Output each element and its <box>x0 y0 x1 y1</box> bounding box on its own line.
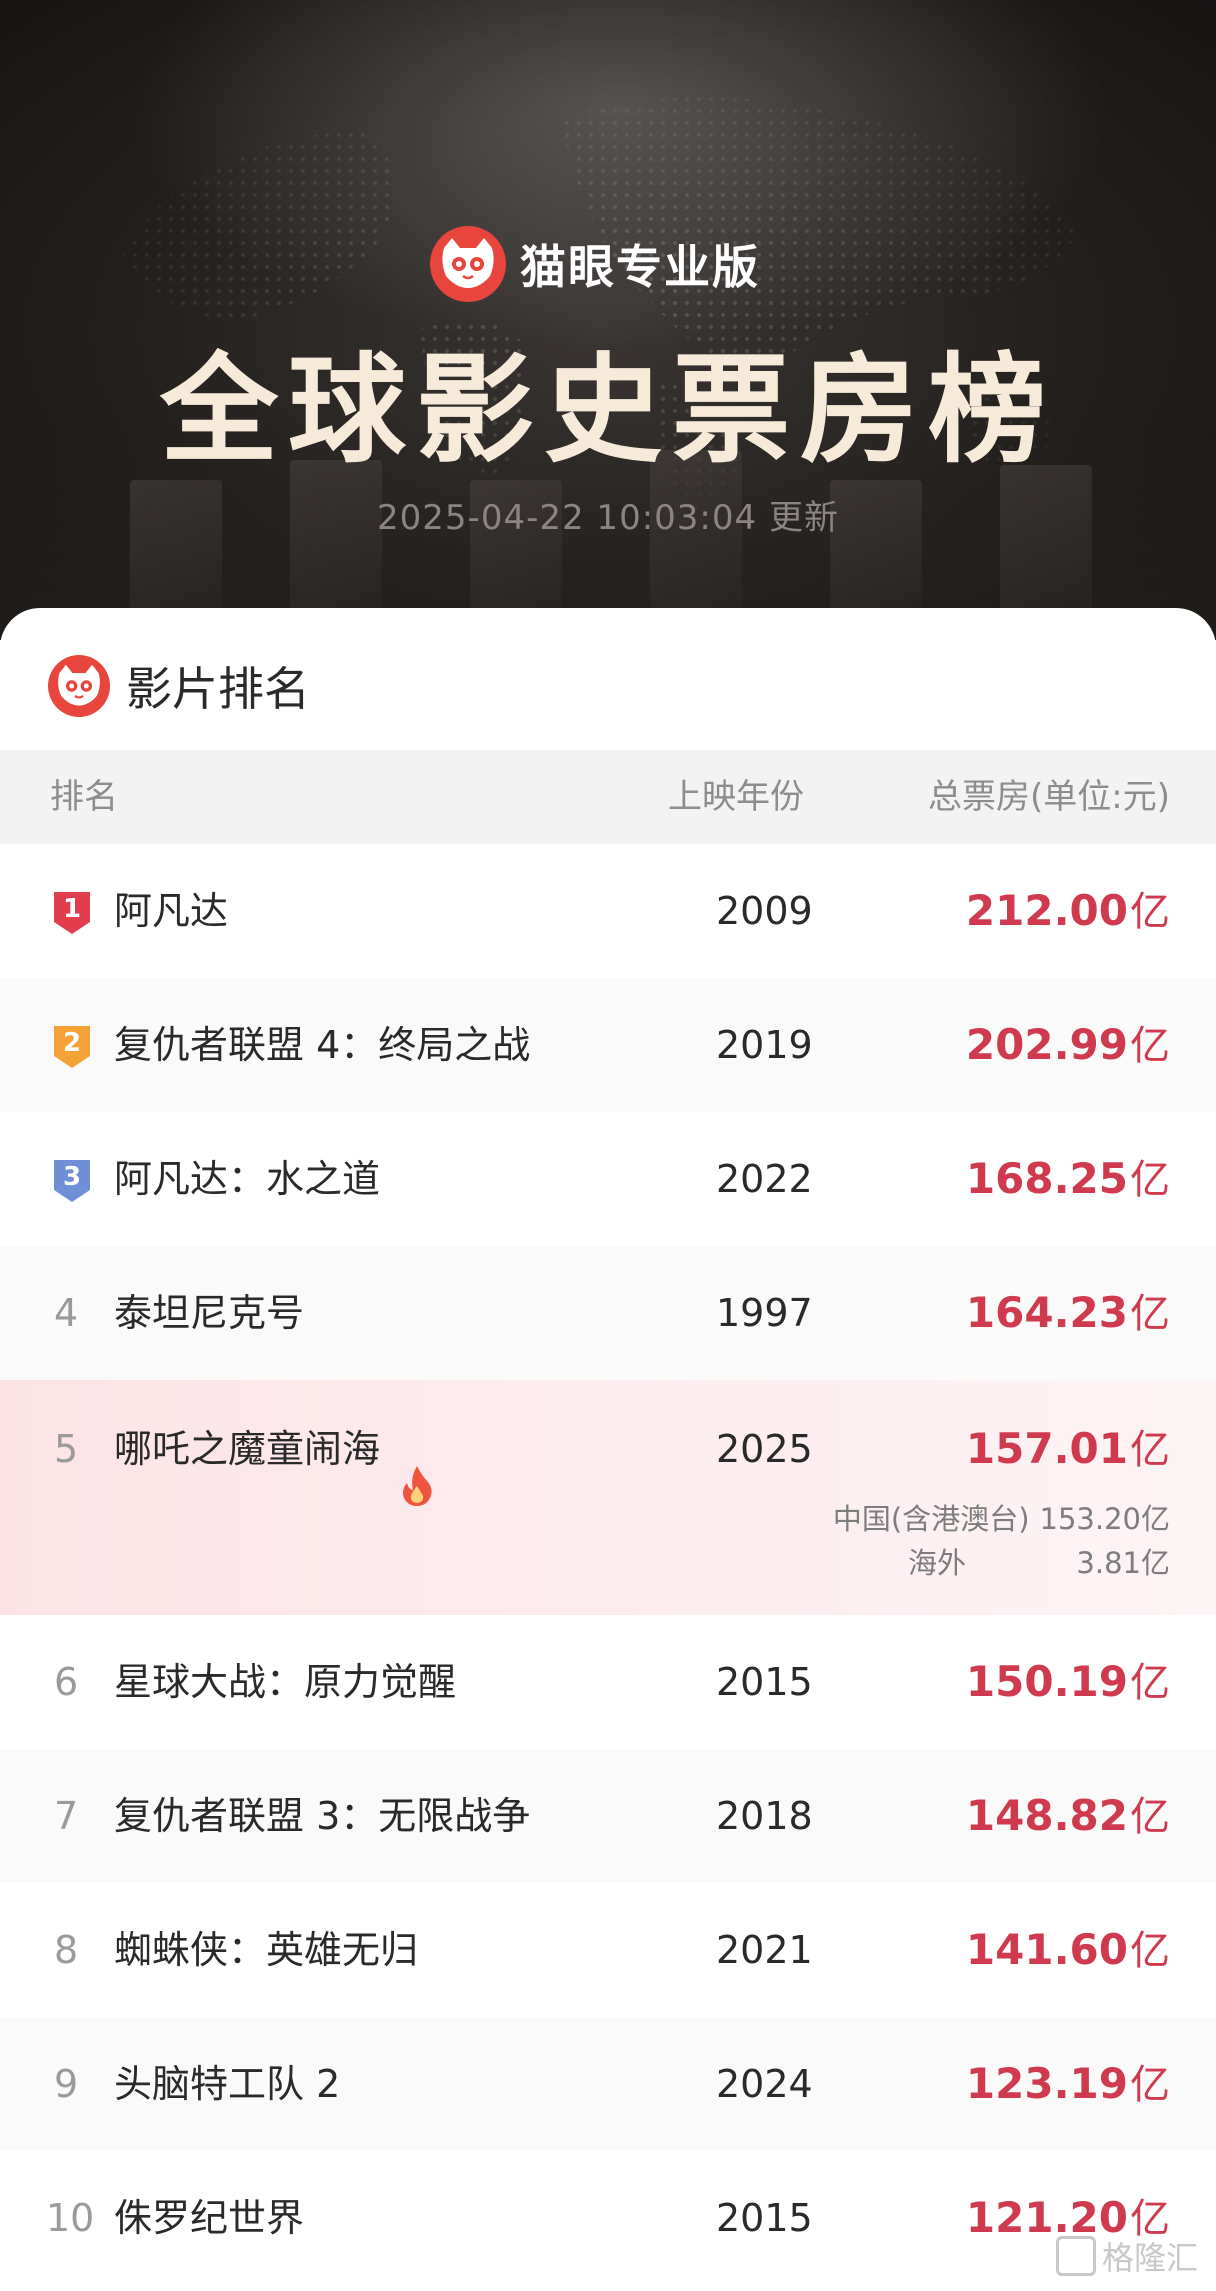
rank-number: 4 <box>54 1291 79 1335</box>
movie-title: 星球大战：原力觉醒 <box>114 1660 457 1704</box>
total-gross: 212.00亿 <box>965 886 1170 935</box>
watermark: 格隆汇 <box>1055 2233 1198 2279</box>
movie-title: 侏罗纪世界 <box>114 2196 305 2240</box>
rank-number: 1 <box>62 894 82 924</box>
release-year: 2021 <box>716 1928 813 1972</box>
brand-name: 猫眼专业版 <box>520 240 760 294</box>
movie-title: 阿凡达：水之道 <box>114 1157 381 1201</box>
total-gross: 148.82亿 <box>965 1791 1170 1840</box>
breakdown-label: 中国(含港澳台) <box>832 1502 1030 1536</box>
watermark-text: 格隆汇 <box>1101 2239 1198 2277</box>
table-row[interactable]: 3 阿凡达：水之道 2022 168.25亿 <box>0 1112 1216 1246</box>
table-row[interactable]: 6 星球大战：原力觉醒 2015 150.19亿 <box>0 1615 1216 1749</box>
rank-number: 8 <box>54 1928 79 1972</box>
release-year: 2015 <box>716 2196 813 2240</box>
movie-title: 泰坦尼克号 <box>114 1291 305 1335</box>
release-year: 1997 <box>716 1291 813 1335</box>
movie-title: 复仇者联盟 3：无限战争 <box>114 1794 531 1838</box>
release-year: 2018 <box>716 1794 813 1838</box>
release-year: 2015 <box>716 1660 813 1704</box>
total-gross: 141.60亿 <box>965 1925 1170 1974</box>
breakdown-value: 3.81亿 <box>1076 1546 1170 1580</box>
column-header-rank: 排名 <box>50 777 118 817</box>
movie-title: 阿凡达 <box>114 889 229 933</box>
column-header-year: 上映年份 <box>668 777 804 817</box>
section-header: 影片排名 <box>48 654 310 718</box>
table-row[interactable]: 9 头脑特工队 2 2024 123.19亿 <box>0 2017 1216 2151</box>
release-year: 2024 <box>716 2062 813 2106</box>
cat-face-icon <box>48 655 110 717</box>
table-row[interactable]: 2 复仇者联盟 4：终局之战 2019 202.99亿 <box>0 978 1216 1112</box>
movie-title: 复仇者联盟 4：终局之战 <box>114 1023 531 1067</box>
breakdown-value: 153.20亿 <box>1039 1502 1170 1536</box>
section-title: 影片排名 <box>126 662 310 716</box>
watermark-logo-icon <box>1055 2236 1096 2276</box>
rank-number: 7 <box>54 1794 79 1838</box>
rank-badge-orange: 2 <box>50 1022 94 1070</box>
ranking-card: 影片排名 排名 上映年份 总票房(单位:元) 1 阿凡达 2009 212.00… <box>0 608 1216 2291</box>
table-row[interactable]: 4 泰坦尼克号 1997 164.23亿 <box>0 1246 1216 1380</box>
release-year: 2009 <box>716 889 813 933</box>
movie-title-container: 哪吒之魔童闹海 <box>114 1380 436 1518</box>
total-gross: 164.23亿 <box>965 1288 1170 1337</box>
movie-title: 哪吒之魔童闹海 <box>114 1427 381 1471</box>
total-gross: 123.19亿 <box>965 2059 1170 2108</box>
rank-number: 10 <box>46 2196 95 2240</box>
release-year: 2025 <box>716 1427 813 1471</box>
release-year: 2019 <box>716 1023 813 1067</box>
gross-breakdown-overseas: 海外 3.81亿 <box>908 1540 1170 1582</box>
table-row[interactable]: 1 阿凡达 2009 212.00亿 <box>0 844 1216 978</box>
total-gross: 202.99亿 <box>965 1020 1170 1069</box>
rank-number: 6 <box>54 1660 79 1704</box>
rank-number: 2 <box>62 1028 82 1058</box>
column-header-total: 总票房(单位:元) <box>928 777 1170 817</box>
table-header: 排名 上映年份 总票房(单位:元) <box>0 750 1216 844</box>
table-row-highlighted[interactable]: 5 哪吒之魔童闹海 2025 157.01亿 中国(含港澳台) 153.20亿 海… <box>0 1380 1216 1615</box>
table-row[interactable]: 10 侏罗纪世界 2015 121.20亿 <box>0 2151 1216 2285</box>
rank-number: 3 <box>62 1162 82 1192</box>
rank-number: 5 <box>54 1427 79 1471</box>
rank-number: 9 <box>54 2062 79 2106</box>
gross-breakdown-china: 中国(含港澳台) 153.20亿 <box>833 1496 1170 1538</box>
fire-icon <box>398 1426 436 1506</box>
movie-title: 蜘蛛侠：英雄无归 <box>114 1928 419 1972</box>
table-row[interactable]: 8 蜘蛛侠：英雄无归 2021 141.60亿 <box>0 1883 1216 2017</box>
update-timestamp: 2025-04-22 10:03:04 更新 <box>377 498 839 538</box>
table-row[interactable]: 7 复仇者联盟 3：无限战争 2018 148.82亿 <box>0 1749 1216 1883</box>
release-year: 2022 <box>716 1157 813 1201</box>
header-banner: 猫眼专业版 全球影史票房榜 2025-04-22 10:03:04 更新 <box>0 0 1216 640</box>
total-gross: 150.19亿 <box>965 1657 1170 1706</box>
total-gross: 168.25亿 <box>965 1154 1170 1203</box>
cat-face-icon <box>430 226 506 302</box>
page-title: 全球影史票房榜 <box>159 340 1056 479</box>
ranking-list: 1 阿凡达 2009 212.00亿 2 复仇者联盟 4：终局之战 2019 2… <box>0 844 1216 2285</box>
brand-lockup: 猫眼专业版 <box>430 226 760 302</box>
rank-badge-red: 1 <box>50 888 94 936</box>
movie-title: 头脑特工队 2 <box>114 2062 341 2106</box>
breakdown-label: 海外 <box>908 1546 967 1580</box>
rank-badge-blue: 3 <box>50 1156 94 1204</box>
